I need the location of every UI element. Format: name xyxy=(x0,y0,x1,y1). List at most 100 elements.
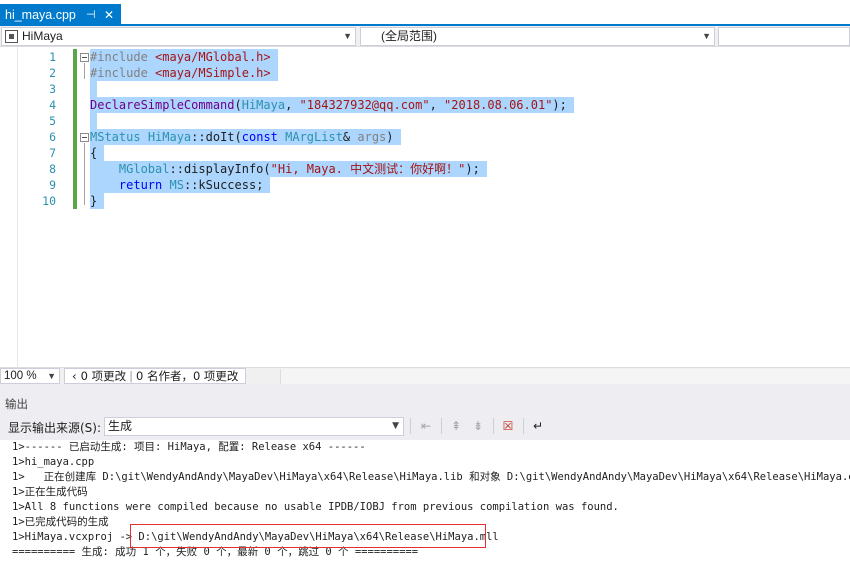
code-token: "Hi, Maya. 中文测试：你好啊！" xyxy=(270,162,466,176)
clear-all-icon[interactable]: ☒ xyxy=(499,417,517,435)
outline-line xyxy=(84,63,85,79)
toggle-word-wrap-icon[interactable]: ↵ xyxy=(529,417,547,435)
zoom-dropdown[interactable]: 100 % ▼ xyxy=(0,368,60,384)
code-token: , xyxy=(285,98,300,112)
zoom-value: 100 % xyxy=(4,370,37,382)
pin-icon[interactable]: ⊣ xyxy=(86,4,96,26)
code-token: MGlobal xyxy=(118,162,170,176)
output-text[interactable]: 1>------ 已启动生成: 项目: HiMaya, 配置: Release … xyxy=(0,440,850,568)
go-to-previous-icon[interactable]: ⇞ xyxy=(447,417,465,435)
output-line: 1>------ 已启动生成: 项目: HiMaya, 配置: Release … xyxy=(12,441,366,453)
output-line: 1>All 8 functions were compiled because … xyxy=(12,501,619,513)
code-line: #include <maya/MSimple.h> xyxy=(90,65,830,81)
codelens-indicator[interactable]: ‹ 0 项更改 | 0 名作者，0 项更改 xyxy=(64,368,247,384)
code-line: DeclareSimpleCommand(HiMaya, "184327932@… xyxy=(90,97,830,113)
output-pane-header: 输出 xyxy=(0,394,850,412)
scope-dropdown-value: (全局范围) xyxy=(381,29,437,43)
collapse-icon[interactable] xyxy=(80,133,89,142)
line-number: 5 xyxy=(49,114,56,128)
code-token: kSuccess xyxy=(198,178,257,192)
code-token: args xyxy=(357,130,387,144)
project-dropdown-value: HiMaya xyxy=(22,29,63,43)
document-tab-strip: hi_maya.cpp ⊣ ✕ xyxy=(0,0,850,26)
code-token: ( xyxy=(234,130,242,144)
line-number: 8 xyxy=(49,162,56,176)
code-line: return MS::kSuccess; xyxy=(90,177,830,193)
code-token: ( xyxy=(263,162,271,176)
code-token: , xyxy=(429,98,445,112)
code-text[interactable]: #include <maya/MGlobal.h> #include <maya/… xyxy=(90,49,830,209)
line-number: 6 xyxy=(49,130,56,144)
code-token: MStatus xyxy=(90,130,141,144)
highlight-annotation-box xyxy=(130,524,486,548)
code-token: displayInfo xyxy=(183,162,264,176)
navigation-bar: HiMaya ▼ (全局范围) ▼ xyxy=(0,26,850,47)
code-token: ( xyxy=(234,98,242,112)
indicator-margin[interactable] xyxy=(0,47,18,367)
chevron-down-icon: ▼ xyxy=(47,371,56,381)
line-number: 4 xyxy=(49,98,56,112)
output-line: 1>正在生成代码 xyxy=(12,486,88,498)
codelens-authors[interactable]: 0 名作者，0 项更改 xyxy=(134,369,240,383)
project-icon xyxy=(5,30,18,43)
line-numbers: 1 2 3 4 5 6 7 8 9 10 xyxy=(18,49,56,209)
scope-dropdown[interactable]: (全局范围) ▼ xyxy=(360,27,715,46)
output-line: 1>hi_maya.cpp xyxy=(12,456,95,468)
toolbar-separator xyxy=(523,418,524,434)
code-token: "184327932@qq.com" xyxy=(299,98,430,112)
toolbar-separator xyxy=(410,418,411,434)
saved-changes-bar xyxy=(73,49,77,209)
output-pane-title: 输出 xyxy=(5,397,28,411)
code-line: #include <maya/MGlobal.h> xyxy=(90,49,830,65)
code-line: { xyxy=(90,145,830,161)
code-token: :: xyxy=(191,130,206,144)
code-token: ) xyxy=(386,130,394,144)
line-number: 2 xyxy=(49,66,56,80)
line-number: 10 xyxy=(42,194,56,208)
toolbar-separator xyxy=(493,418,494,434)
chevron-left-icon: ‹ xyxy=(72,369,77,383)
line-number: 9 xyxy=(49,178,56,192)
project-dropdown[interactable]: HiMaya ▼ xyxy=(1,27,356,46)
collapse-icon[interactable] xyxy=(80,53,89,62)
toolbar-separator xyxy=(441,418,442,434)
code-token: <maya/MGlobal.h> xyxy=(147,50,271,64)
codelens-changes[interactable]: 0 项更改 xyxy=(79,369,128,383)
code-token: return xyxy=(118,178,163,192)
horizontal-scrollbar[interactable] xyxy=(280,369,850,384)
code-token: ); xyxy=(465,162,480,176)
find-message-icon[interactable]: ⇤ xyxy=(417,417,435,435)
code-token: #include xyxy=(90,50,148,64)
code-token: :: xyxy=(169,162,184,176)
tab-hi-maya-cpp[interactable]: hi_maya.cpp ⊣ ✕ xyxy=(0,4,121,26)
output-source-dropdown[interactable]: 生成 ▼ xyxy=(104,417,404,436)
code-token: HiMaya xyxy=(147,130,192,144)
output-toolbar: 显示输出来源(S): 生成 ▼ ⇤ ⇞ ⇟ ☒ ↵ xyxy=(0,412,850,440)
editor-status-strip: 100 % ▼ ‹ 0 项更改 | 0 名作者，0 项更改 xyxy=(0,367,850,384)
code-line xyxy=(90,113,830,129)
line-number: 1 xyxy=(49,50,56,64)
pane-splitter[interactable] xyxy=(0,384,850,394)
code-token: } xyxy=(90,194,98,208)
code-token: MS xyxy=(169,178,184,192)
chevron-down-icon: ▼ xyxy=(343,31,352,41)
code-token: "2018.08.06.01" xyxy=(444,98,553,112)
code-token: ); xyxy=(552,98,567,112)
output-line: 1> 正在创建库 D:\git\WendyAndAndy\MayaDev\HiM… xyxy=(12,471,850,483)
member-dropdown[interactable] xyxy=(718,27,850,46)
code-token: HiMaya xyxy=(241,98,286,112)
code-token: DeclareSimpleCommand xyxy=(90,98,235,112)
code-editor[interactable]: 1 2 3 4 5 6 7 8 9 10 #include <maya/MGlobal.h> #in… xyxy=(0,47,850,367)
outline-line xyxy=(84,143,85,205)
chevron-down-icon: ▼ xyxy=(702,31,711,41)
line-number: 7 xyxy=(49,146,56,160)
code-line: MStatus HiMaya::doIt(const MArgList& arg… xyxy=(90,129,830,145)
code-token: const xyxy=(241,130,278,144)
output-source-label: 显示输出来源(S): xyxy=(8,421,102,435)
code-token: :: xyxy=(183,178,199,192)
go-to-next-icon[interactable]: ⇟ xyxy=(469,417,487,435)
close-icon[interactable]: ✕ xyxy=(104,4,114,26)
